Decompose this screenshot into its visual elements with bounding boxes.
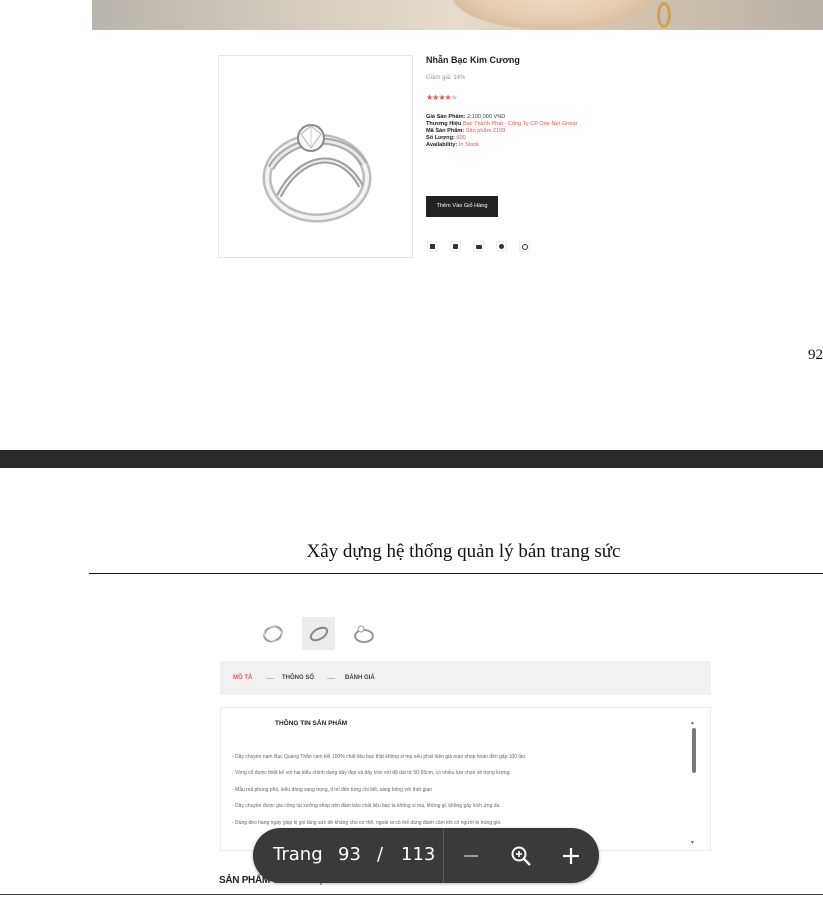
hero-banner-image bbox=[92, 0, 823, 30]
field-label: Mã Sản Phẩm: bbox=[426, 128, 465, 134]
description-line: - Dùng đeo hàng ngày giúp kị gió tăng sứ… bbox=[232, 820, 502, 826]
description-line: - Dây chuyền được gia công tại xưởng sho… bbox=[232, 803, 501, 809]
field-value: 600 bbox=[456, 135, 466, 141]
ring-thumb-icon bbox=[354, 625, 374, 643]
product-discount: Giảm giá: 14% bbox=[426, 75, 466, 81]
field-label: Availability: bbox=[426, 142, 458, 148]
description-line: - Vòng cổ được thiết kế với hai kiểu chí… bbox=[232, 770, 511, 776]
sku-row: Mã Sản Phẩm: Sản phẩm 2109 bbox=[426, 128, 505, 135]
product-image-box bbox=[218, 55, 413, 258]
description-title: THÔNG TIN SẢN PHẨM bbox=[275, 720, 348, 727]
availability-row: Availability: In Stock bbox=[426, 142, 479, 149]
page-separator: / bbox=[377, 844, 384, 865]
ring-thumb-icon bbox=[263, 625, 283, 643]
page-label: Trang bbox=[273, 844, 323, 865]
tab-divider bbox=[266, 678, 274, 679]
product-tabs: MÔ TẢ THÔNG SỐ ĐÁNH GIÁ bbox=[220, 661, 711, 695]
model-face-image bbox=[452, 0, 652, 30]
thumbnail-1[interactable] bbox=[257, 617, 290, 650]
page-break-band bbox=[0, 450, 823, 468]
facebook-icon[interactable] bbox=[427, 241, 438, 252]
previous-page-number: 92 bbox=[808, 347, 823, 363]
rating-stars: ★★★★★ bbox=[426, 93, 458, 102]
description-line: - Dây chuyền nam Bạc Quang Thắn cam kết … bbox=[232, 754, 527, 760]
zoom-out-button[interactable] bbox=[457, 842, 485, 870]
current-page-input[interactable]: 93 bbox=[338, 844, 361, 865]
document-header-text: Xây dựng hệ thống quản lý bán trang sức bbox=[306, 541, 621, 562]
toolbar-divider bbox=[443, 828, 444, 883]
thumbnail-3[interactable] bbox=[348, 617, 381, 650]
youtube-icon[interactable] bbox=[473, 241, 484, 252]
field-value: 2,100,000 VND bbox=[467, 114, 506, 120]
twitter-icon[interactable] bbox=[450, 241, 461, 252]
plus-icon bbox=[563, 848, 579, 864]
brand-link[interactable]: Bạc Thành Phát - Công Ty CP One Net Grou… bbox=[463, 121, 577, 127]
field-label: Giá Sản Phẩm: bbox=[426, 114, 466, 120]
scrollbar-thumb[interactable] bbox=[692, 728, 696, 773]
pdf-page-toolbar: Trang 93 / 113 bbox=[253, 828, 599, 883]
earring-image bbox=[657, 2, 671, 28]
scroll-up-arrow-icon[interactable]: ▲ bbox=[690, 720, 695, 726]
brand-row: Thương Hiệu Bạc Thành Phát - Công Ty CP … bbox=[426, 121, 577, 128]
zoom-magnifier-icon bbox=[511, 846, 531, 866]
tab-specs[interactable]: THÔNG SỐ bbox=[282, 675, 314, 681]
price-row: Giá Sản Phẩm: 2,100,000 VND bbox=[426, 114, 505, 121]
field-label: Số Lượng: bbox=[426, 135, 455, 141]
add-to-cart-button[interactable]: Thêm Vào Giỏ Hàng bbox=[426, 196, 498, 217]
scroll-down-arrow-icon[interactable]: ▼ bbox=[690, 840, 695, 846]
field-value: Sản phẩm 2109 bbox=[465, 128, 506, 134]
field-label: Thương Hiệu bbox=[426, 121, 462, 127]
tab-reviews[interactable]: ĐÁNH GIÁ bbox=[345, 675, 375, 681]
quantity-row: Số Lượng: 600 bbox=[426, 135, 466, 142]
header-rule bbox=[89, 573, 823, 574]
product-title: Nhẫn Bạc Kim Cương bbox=[426, 55, 520, 65]
tab-divider bbox=[327, 678, 335, 679]
minus-icon bbox=[464, 855, 478, 857]
ring-thumb-icon bbox=[309, 626, 329, 642]
total-pages: 113 bbox=[401, 844, 436, 865]
dribbble-icon[interactable] bbox=[496, 241, 507, 252]
thumbnail-2[interactable] bbox=[302, 617, 335, 650]
field-value: In Stock bbox=[458, 142, 479, 148]
zoom-in-button[interactable] bbox=[557, 842, 585, 870]
description-line: - Mẫu mã phong phú, kiểu dáng sang trọng… bbox=[232, 787, 433, 793]
ring-product-image bbox=[262, 124, 372, 223]
star-empty-icon: ★ bbox=[450, 93, 458, 102]
tab-description[interactable]: MÔ TẢ bbox=[233, 675, 252, 681]
bottom-rule bbox=[0, 894, 823, 895]
fit-zoom-button[interactable] bbox=[507, 842, 535, 870]
document-header: Xây dựng hệ thống quản lý bán trang sức bbox=[0, 541, 823, 563]
instagram-icon[interactable] bbox=[519, 241, 530, 252]
